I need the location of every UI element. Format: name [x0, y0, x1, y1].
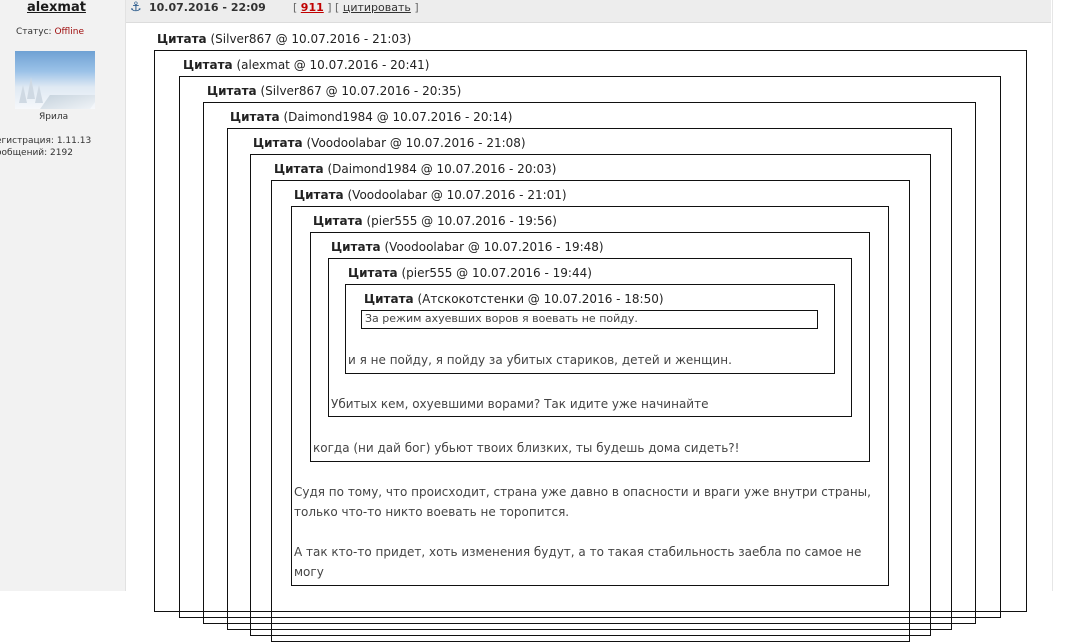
quote-button[interactable]: цитировать: [343, 1, 411, 14]
right-margin: [1052, 0, 1085, 591]
quote-header: Цитата (pier555 @ 10.07.2016 - 19:44): [348, 266, 592, 280]
quote-text: Судя по тому, что происходит, страна уже…: [294, 485, 871, 519]
post-datetime: 10.07.2016 - 22:09: [149, 1, 266, 14]
quote-header: Цитата (Daimond1984 @ 10.07.2016 - 20:14…: [230, 110, 513, 124]
quote-text: А так кто-то придет, хоть изменения буду…: [294, 545, 862, 579]
quote-text: За режим ахуевших воров я воевать не пой…: [365, 312, 638, 325]
quote-header: Цитата (Silver867 @ 10.07.2016 - 21:03): [157, 32, 412, 46]
quote-header: Цитата (Voodoolabar @ 10.07.2016 - 19:48…: [331, 240, 604, 254]
bracket: ]: [414, 1, 419, 14]
quote-header: Цитата (Daimond1984 @ 10.07.2016 - 20:03…: [274, 162, 557, 176]
post-actions: [ 911 ] [ цитировать ]: [293, 1, 419, 14]
quote-header: Цитата (pier555 @ 10.07.2016 - 19:56): [313, 214, 557, 228]
quote-header: Цитата (Voodoolabar @ 10.07.2016 - 21:01…: [294, 188, 567, 202]
avatar: [15, 51, 95, 109]
quote-header: Цитата (Атскокотстенки @ 10.07.2016 - 18…: [364, 292, 664, 306]
bracket: ] [: [327, 1, 340, 14]
quote-header: Цитата (Silver867 @ 10.07.2016 - 20:35): [207, 84, 462, 98]
quote-header: Цитата (alexmat @ 10.07.2016 - 20:41): [183, 58, 430, 72]
post-header: ⚓ 10.07.2016 - 22:09 [ 911 ] [ цитироват…: [126, 0, 1051, 23]
registration-date: егистрация: 1.11.13: [0, 136, 92, 146]
user-sidebar: alexmat Статус: Offline Ярила егистрация…: [0, 0, 126, 591]
bracket: [: [293, 1, 298, 14]
status-value: Offline: [54, 27, 84, 37]
anchor-icon[interactable]: ⚓: [130, 0, 142, 15]
quote-text: и я не пойду, я пойду за убитых стариков…: [348, 353, 732, 367]
avatar-caption: Ярила: [39, 112, 69, 122]
quote-text: Убитых кем, охуевшими ворами? Так идите …: [331, 397, 709, 411]
quote-text: когда (ни дай бог) убьют твоих близких, …: [313, 441, 740, 455]
user-status: Статус: Offline: [16, 27, 84, 37]
post-number-link[interactable]: 911: [301, 1, 324, 14]
status-label: Статус:: [16, 27, 52, 37]
quote-header: Цитата (Voodoolabar @ 10.07.2016 - 21:08…: [253, 136, 526, 150]
post-count: ообщений: 2192: [0, 148, 73, 158]
username-link[interactable]: alexmat: [27, 0, 86, 15]
